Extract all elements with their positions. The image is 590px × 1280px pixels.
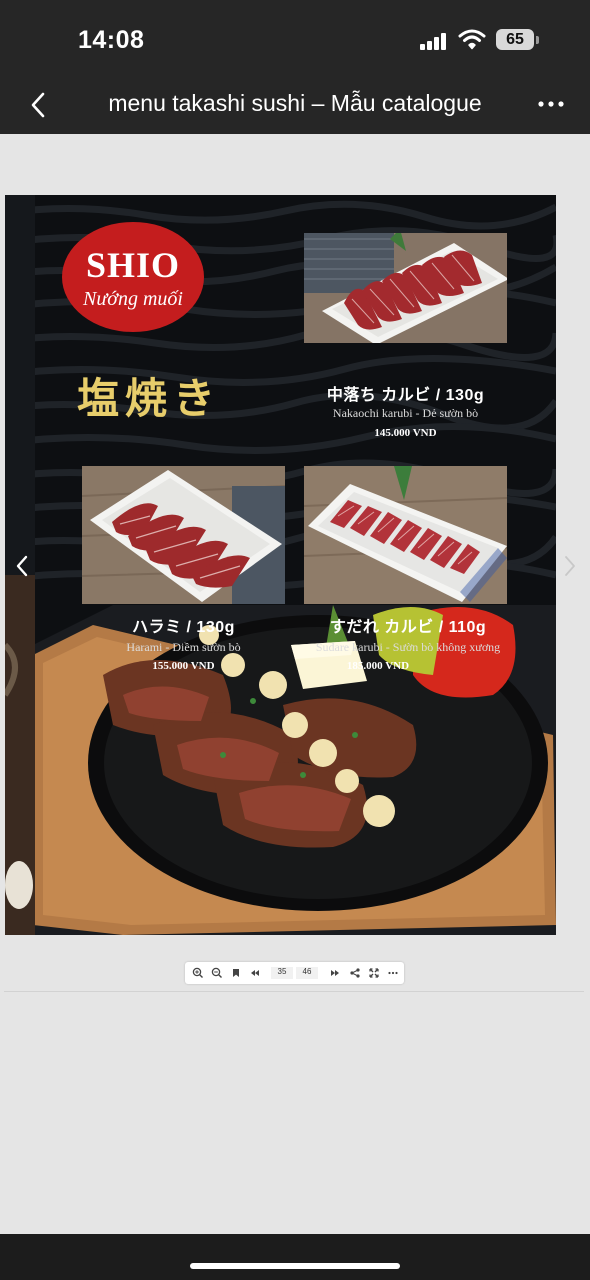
badge-subtitle: Nướng muối [83,288,183,310]
catalogue-viewer: SHIO Nướng muối 塩焼き 中落ち カルビ / 130g Nakao… [0,134,590,1234]
back-button[interactable] [22,88,56,122]
item-name-harami: ハラミ / 130g [132,619,235,636]
page-title: menu takashi sushi – Mẫu catalogue [108,90,482,116]
first-page-icon[interactable] [248,966,262,980]
zoom-out-icon[interactable] [210,966,224,980]
item-name-sudare: すだれ カルビ / 110g [329,619,487,636]
battery-tip [536,36,539,44]
home-bar [0,1234,590,1280]
previous-page-arrow[interactable] [14,554,32,578]
sizzling-plate-photo [33,605,556,935]
next-page-arrow[interactable] [560,554,578,578]
item-price-harami: 155.000 VND [152,660,215,672]
catalogue-page: SHIO Nướng muối 塩焼き 中落ち カルビ / 130g Nakao… [5,195,556,935]
battery-level: 65 [506,31,524,48]
more-options-button[interactable] [536,94,566,114]
share-icon[interactable] [348,966,362,980]
viewer-toolbar: 35 46 [185,962,404,984]
item-description-harami: Harami - Diềm sườn bò [126,640,241,654]
badge-title: SHIO [85,245,181,285]
status-bar: 14:08 65 [0,0,590,80]
home-indicator[interactable] [190,1263,400,1269]
japanese-title: 塩焼き [77,374,222,423]
category-badge: SHIO Nướng muối [62,222,204,332]
item-name-nakaochi: 中落ち カルビ / 130g [326,387,485,404]
next-page-number[interactable]: 46 [296,967,318,979]
battery-icon: 65 [496,29,534,50]
current-page-number[interactable]: 35 [271,967,293,979]
item-price-sudare: 185.000 VND [346,660,410,672]
zoom-in-icon[interactable] [191,966,205,980]
status-time: 14:08 [78,26,145,54]
sudare-karubi-photo [304,466,507,604]
harami-photo [82,466,285,604]
item-price-nakaochi: 145.000 VND [374,427,437,439]
item-description-sudare: Sudare karubi - Sườn bò không xương [315,640,501,654]
navigation-bar: menu takashi sushi – Mẫu catalogue [0,80,590,134]
cellular-signal-icon [420,32,448,50]
more-tools-icon[interactable] [386,966,400,980]
content-divider [4,991,584,992]
bookmark-icon[interactable] [229,966,243,980]
fullscreen-icon[interactable] [367,966,381,980]
last-page-icon[interactable] [328,966,342,980]
wifi-icon [458,29,486,50]
item-description-nakaochi: Nakaochi karubi - Dẻ sườn bò [332,406,479,420]
nakaochi-karubi-photo [304,233,507,343]
